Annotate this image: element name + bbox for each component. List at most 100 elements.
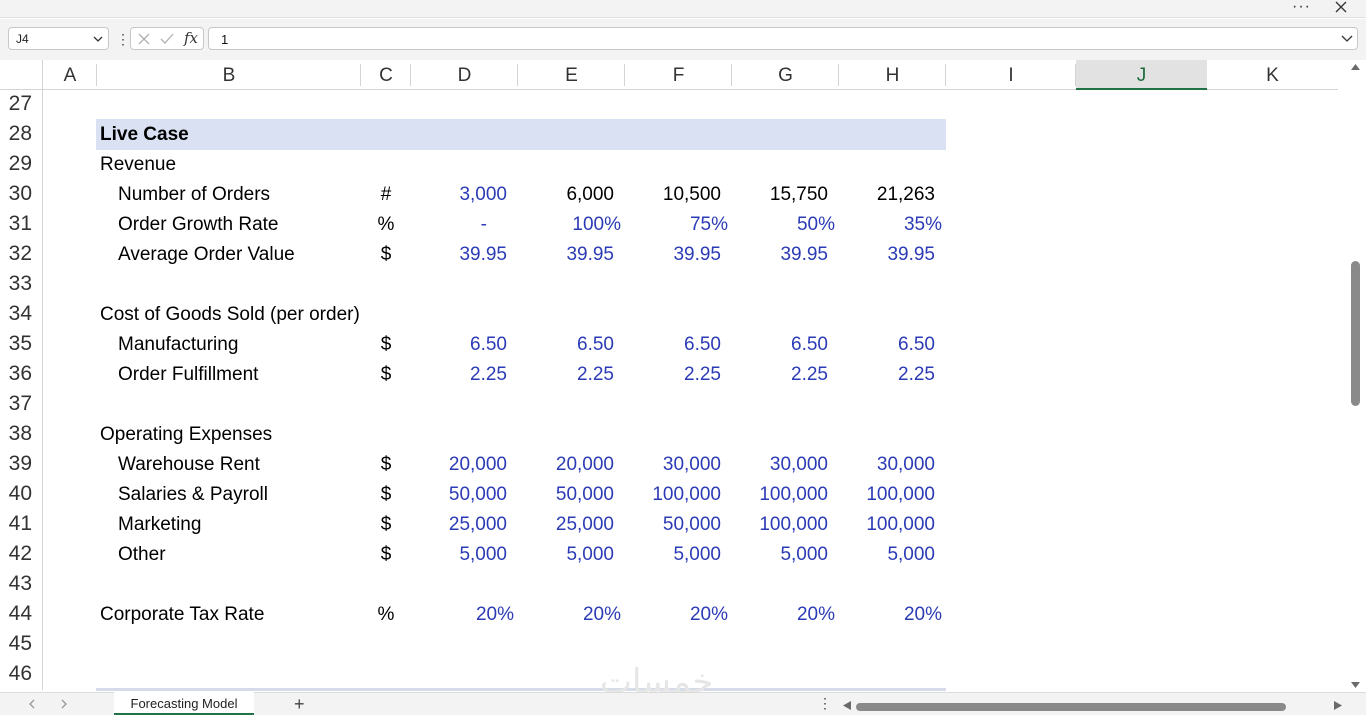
warehouse-rent-h[interactable]: 30,000 [839,450,935,480]
marketing-h[interactable]: 100,000 [839,510,935,540]
add-sheet-icon[interactable]: + [294,694,305,715]
manufacturing-unit[interactable]: $ [361,330,411,360]
column-header-c[interactable]: C [361,60,411,90]
manufacturing-d[interactable]: 6.50 [411,330,507,360]
salaries-payroll-h[interactable]: 100,000 [839,480,935,510]
other-e[interactable]: 5,000 [518,540,614,570]
row-header[interactable]: 27 [0,90,43,120]
opex-heading[interactable]: Operating Expenses [100,420,272,450]
manufacturing-h[interactable]: 6.50 [839,330,935,360]
row-header[interactable]: 43 [0,570,43,600]
close-icon[interactable] [1334,0,1348,14]
average-order-value-e[interactable]: 39.95 [518,240,614,270]
other-label[interactable]: Other [118,540,166,570]
cancel-icon[interactable] [138,33,150,45]
column-header-i[interactable]: I [946,60,1076,90]
salaries-payroll-label[interactable]: Salaries & Payroll [118,480,268,510]
row-header[interactable]: 34 [0,300,43,330]
order-growth-rate-d[interactable]: - [411,210,487,240]
column-header-h[interactable]: H [839,60,946,90]
average-order-value-g[interactable]: 39.95 [732,240,828,270]
scroll-right-icon[interactable] [1334,701,1342,710]
number-of-orders-g[interactable]: 15,750 [732,180,828,210]
scroll-up-icon[interactable] [1351,64,1360,70]
row-header[interactable]: 40 [0,480,43,510]
more-options-icon[interactable]: ··· [1292,0,1311,16]
marketing-g[interactable]: 100,000 [732,510,828,540]
marketing-d[interactable]: 25,000 [411,510,507,540]
marketing-unit[interactable]: $ [361,510,411,540]
corporate-tax-rate-f[interactable]: 20% [625,600,728,630]
average-order-value-unit[interactable]: $ [361,240,411,270]
warehouse-rent-d[interactable]: 20,000 [411,450,507,480]
row-header[interactable]: 33 [0,270,43,300]
corporate-tax-rate-label[interactable]: Corporate Tax Rate [100,600,264,630]
number-of-orders-e[interactable]: 6,000 [518,180,614,210]
manufacturing-e[interactable]: 6.50 [518,330,614,360]
column-header-d[interactable]: D [411,60,518,90]
manufacturing-g[interactable]: 6.50 [732,330,828,360]
column-header-j[interactable]: J [1076,60,1207,90]
row-header[interactable]: 45 [0,630,43,660]
column-header-f[interactable]: F [625,60,732,90]
scroll-down-icon[interactable] [1351,682,1360,688]
previous-sheet-icon[interactable] [28,699,36,709]
order-fulfillment-d[interactable]: 2.25 [411,360,507,390]
enter-check-icon[interactable] [160,33,174,45]
row-header[interactable]: 35 [0,330,43,360]
average-order-value-label[interactable]: Average Order Value [118,240,295,270]
row-header[interactable]: 46 [0,660,43,690]
warehouse-rent-f[interactable]: 30,000 [625,450,721,480]
section-title[interactable]: Live Case [100,120,189,150]
other-g[interactable]: 5,000 [732,540,828,570]
warehouse-rent-e[interactable]: 20,000 [518,450,614,480]
row-header[interactable]: 28 [0,120,43,150]
order-growth-rate-label[interactable]: Order Growth Rate [118,210,279,240]
corporate-tax-rate-d[interactable]: 20% [411,600,514,630]
manufacturing-f[interactable]: 6.50 [625,330,721,360]
corporate-tax-rate-e[interactable]: 20% [518,600,621,630]
row-header[interactable]: 44 [0,600,43,630]
salaries-payroll-e[interactable]: 50,000 [518,480,614,510]
order-fulfillment-unit[interactable]: $ [361,360,411,390]
marketing-label[interactable]: Marketing [118,510,201,540]
row-header[interactable]: 38 [0,420,43,450]
sheet-tab-active[interactable]: Forecasting Model [114,692,254,715]
marketing-e[interactable]: 25,000 [518,510,614,540]
select-all-corner[interactable] [0,60,43,90]
cogs-heading[interactable]: Cost of Goods Sold (per order) [100,300,360,330]
row-header[interactable]: 29 [0,150,43,180]
vertical-dots-icon[interactable]: ⋮ [116,31,130,48]
other-d[interactable]: 5,000 [411,540,507,570]
average-order-value-h[interactable]: 39.95 [839,240,935,270]
formula-input[interactable]: 1 [208,27,1358,50]
corporate-tax-rate-unit[interactable]: % [361,600,411,630]
salaries-payroll-g[interactable]: 100,000 [732,480,828,510]
row-header[interactable]: 39 [0,450,43,480]
row-header[interactable]: 41 [0,510,43,540]
row-header[interactable]: 32 [0,240,43,270]
number-of-orders-f[interactable]: 10,500 [625,180,721,210]
column-header-e[interactable]: E [518,60,625,90]
vertical-scroll-thumb[interactable] [1351,261,1360,406]
order-fulfillment-h[interactable]: 2.25 [839,360,935,390]
marketing-f[interactable]: 50,000 [625,510,721,540]
column-header-k[interactable]: K [1207,60,1338,90]
order-fulfillment-f[interactable]: 2.25 [625,360,721,390]
corporate-tax-rate-h[interactable]: 20% [839,600,942,630]
column-header-a[interactable]: A [43,60,97,90]
warehouse-rent-unit[interactable]: $ [361,450,411,480]
row-header[interactable]: 31 [0,210,43,240]
column-header-g[interactable]: G [732,60,839,90]
horizontal-scroll-thumb[interactable] [856,703,1286,711]
order-fulfillment-g[interactable]: 2.25 [732,360,828,390]
chevron-down-icon[interactable] [93,35,103,43]
order-growth-rate-e[interactable]: 100% [518,210,621,240]
other-f[interactable]: 5,000 [625,540,721,570]
warehouse-rent-g[interactable]: 30,000 [732,450,828,480]
salaries-payroll-d[interactable]: 50,000 [411,480,507,510]
average-order-value-d[interactable]: 39.95 [411,240,507,270]
order-fulfillment-label[interactable]: Order Fulfillment [118,360,258,390]
number-of-orders-unit[interactable]: # [361,180,411,210]
number-of-orders-label[interactable]: Number of Orders [118,180,270,210]
